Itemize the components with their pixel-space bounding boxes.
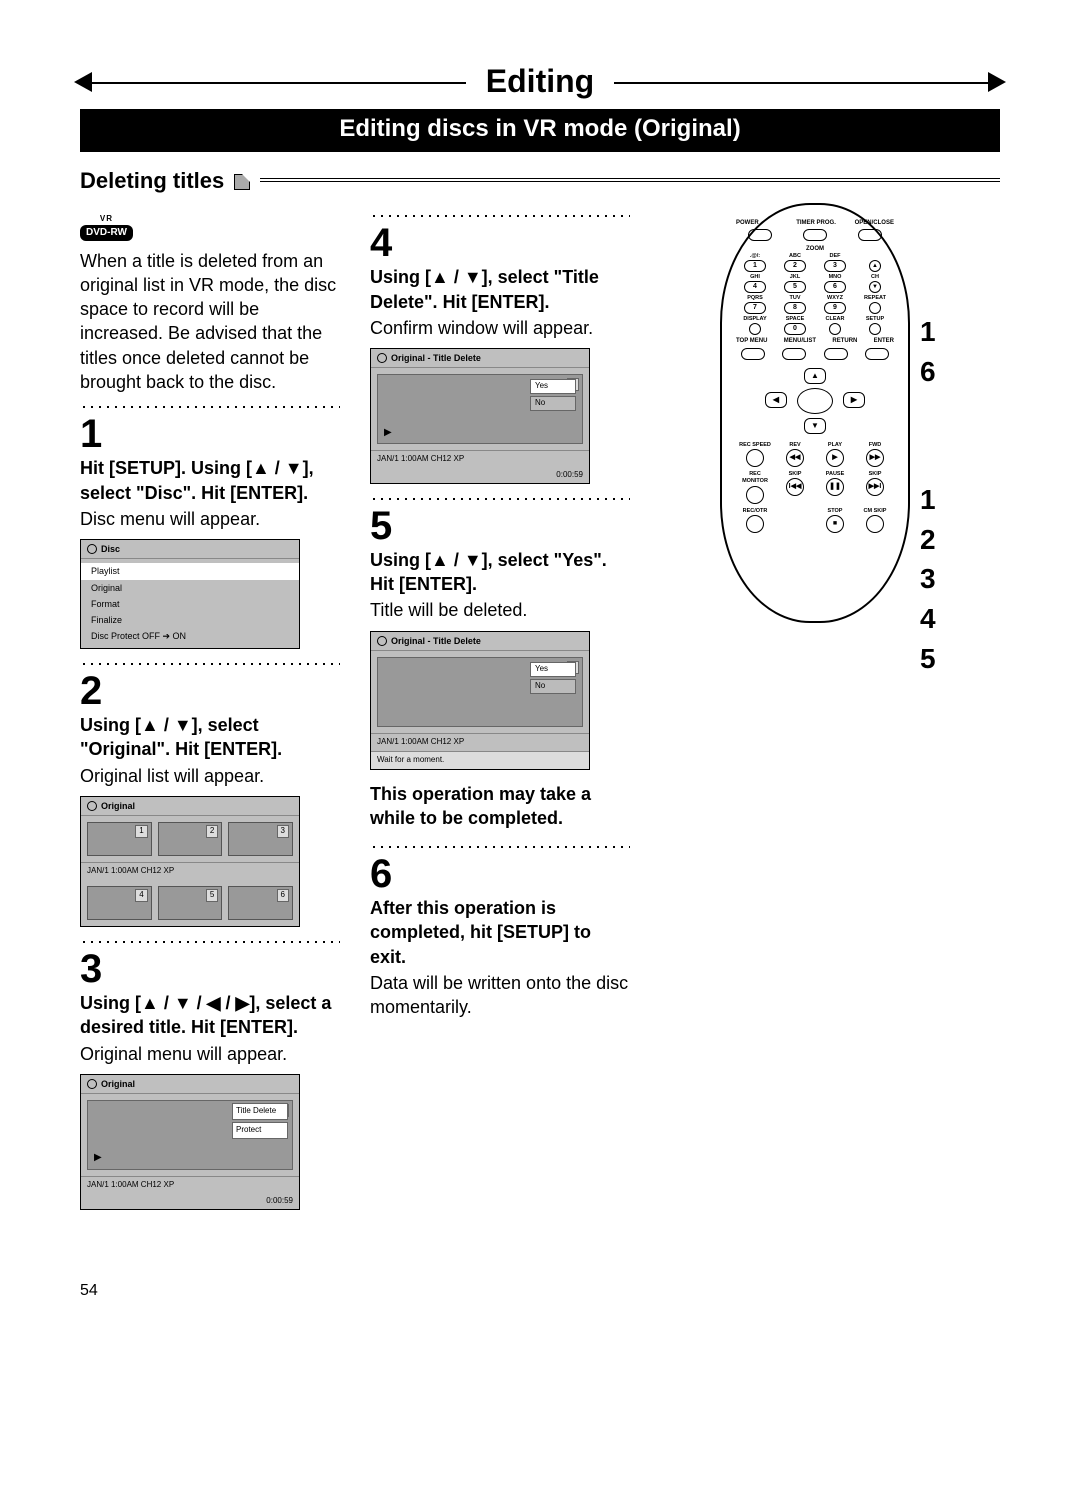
play-icon: ▶ (384, 426, 392, 440)
remote-control: POWER TIMER PROG. OPEN/CLOSE ZOOM .@/:1 … (720, 203, 910, 623)
key-1[interactable]: 1 (744, 260, 766, 272)
rec-otr-button[interactable] (746, 515, 764, 533)
step-5-number: 5 (370, 506, 630, 546)
arrow-up-button[interactable]: ▲ (804, 368, 826, 384)
section-heading: Deleting titles (80, 166, 224, 196)
column-middle: 4 Using [▲ / ▼], select "Title Delete". … (370, 203, 630, 1027)
arrow-right-button[interactable]: ▶ (843, 392, 865, 408)
column-remote: POWER TIMER PROG. OPEN/CLOSE ZOOM .@/:1 … (720, 203, 1000, 678)
key-2[interactable]: 2 (784, 260, 806, 272)
arrow-down-button[interactable]: ▼ (804, 418, 826, 434)
step-1-heading: Hit [SETUP]. Using [▲ / ▼], select "Disc… (80, 456, 340, 505)
skip-fwd-button[interactable]: ▶▶I (866, 478, 884, 496)
step-1-number: 1 (80, 414, 340, 454)
step-2-number: 2 (80, 671, 340, 711)
menu-item: Disc Protect OFF ➔ ON (81, 628, 299, 644)
repeat-button[interactable] (869, 302, 881, 314)
operation-note: This operation may take a while to be co… (370, 782, 630, 831)
key-8[interactable]: 8 (784, 302, 806, 314)
power-button[interactable] (748, 229, 772, 241)
osd-title-delete-wait: Original - Title Delete 3 Yes No JAN/1 1… (370, 631, 590, 770)
clear-button[interactable] (829, 323, 841, 335)
enter-oval-button[interactable] (865, 348, 889, 360)
top-menu-button[interactable] (741, 348, 765, 360)
step-5-heading: Using [▲ / ▼], select "Yes". Hit [ENTER]… (370, 548, 630, 597)
osd-title-delete-confirm: Original - Title Delete 3 Yes No ▶ JAN/1… (370, 348, 590, 484)
ch-up-button[interactable]: ▲ (869, 260, 881, 272)
section-heading-row: Deleting titles (80, 166, 1000, 196)
key-5[interactable]: 5 (784, 281, 806, 293)
play-button[interactable]: ▶ (826, 449, 844, 467)
ch-down-button[interactable]: ▼ (869, 281, 881, 293)
section-black-bar: Editing discs in VR mode (Original) (80, 109, 1000, 151)
key-4[interactable]: 4 (744, 281, 766, 293)
page-number: 54 (80, 1280, 1000, 1302)
osd-original-menu: Original 3 Title Delete Protect ▶ JAN/1 … (80, 1074, 300, 1210)
step-3-number: 3 (80, 949, 340, 989)
step-2-heading: Using [▲ / ▼], select "Original". Hit [E… (80, 713, 340, 762)
cm-skip-button[interactable] (866, 515, 884, 533)
key-0[interactable]: 0 (784, 323, 806, 335)
menu-item: Playlist (81, 563, 299, 579)
key-7[interactable]: 7 (744, 302, 766, 314)
rec-speed-button[interactable] (746, 449, 764, 467)
step-4-heading: Using [▲ / ▼], select "Title Delete". Hi… (370, 265, 630, 314)
step-1-body: Disc menu will appear. (80, 507, 340, 531)
ribbon-title: Editing (466, 60, 614, 103)
timer-prog-button[interactable] (803, 229, 827, 241)
menu-list-button[interactable] (782, 348, 806, 360)
dvdrw-badge: VR DVD-RW (80, 214, 133, 240)
rec-monitor-button[interactable] (746, 486, 764, 504)
menu-item: Finalize (81, 612, 299, 628)
enter-button[interactable] (797, 388, 833, 414)
osd-disc-menu: Disc Playlist Original Format Finalize D… (80, 539, 300, 649)
remote-callouts: 1 6 1 2 3 4 5 (920, 313, 936, 678)
divider-dotted (80, 402, 340, 412)
open-close-button[interactable] (858, 229, 882, 241)
step-3-heading: Using [▲ / ▼ / ◀ / ▶], select a desired … (80, 991, 340, 1040)
fwd-button[interactable]: ▶▶ (866, 449, 884, 467)
step-4-body: Confirm window will appear. (370, 316, 630, 340)
intro-paragraph: When a title is deleted from an original… (80, 249, 340, 395)
skip-back-button[interactable]: I◀◀ (786, 478, 804, 496)
key-9[interactable]: 9 (824, 302, 846, 314)
key-6[interactable]: 6 (824, 281, 846, 293)
step-6-body: Data will be written onto the disc momen… (370, 971, 630, 1020)
step-6-heading: After this operation is completed, hit [… (370, 896, 630, 969)
pause-button[interactable]: ❚❚ (826, 478, 844, 496)
menu-item: Original (81, 580, 299, 596)
page-ribbon: Editing (80, 60, 1000, 103)
step-6-number: 6 (370, 854, 630, 894)
key-3[interactable]: 3 (824, 260, 846, 272)
divider-dotted (370, 494, 630, 504)
step-2-body: Original list will appear. (80, 764, 340, 788)
d-pad: ▲ ▼ ◀ ▶ (765, 366, 865, 436)
divider-dotted (370, 211, 630, 221)
play-icon: ▶ (94, 1151, 102, 1165)
step-4-number: 4 (370, 223, 630, 263)
setup-button[interactable] (869, 323, 881, 335)
document-icon (234, 174, 250, 190)
stop-button[interactable]: ■ (826, 515, 844, 533)
divider-dotted (80, 937, 340, 947)
arrow-left-button[interactable]: ◀ (765, 392, 787, 408)
osd-original-list: Original 1 2 3 JAN/1 1:00AM CH12 XP 4 5 … (80, 796, 300, 927)
step-3-body: Original menu will appear. (80, 1042, 340, 1066)
divider-dotted (370, 842, 630, 852)
menu-item: Format (81, 596, 299, 612)
column-left: VR DVD-RW When a title is deleted from a… (80, 203, 340, 1219)
display-button[interactable] (749, 323, 761, 335)
step-5-body: Title will be deleted. (370, 598, 630, 622)
rev-button[interactable]: ◀◀ (786, 449, 804, 467)
divider-dotted (80, 659, 340, 669)
return-button[interactable] (824, 348, 848, 360)
